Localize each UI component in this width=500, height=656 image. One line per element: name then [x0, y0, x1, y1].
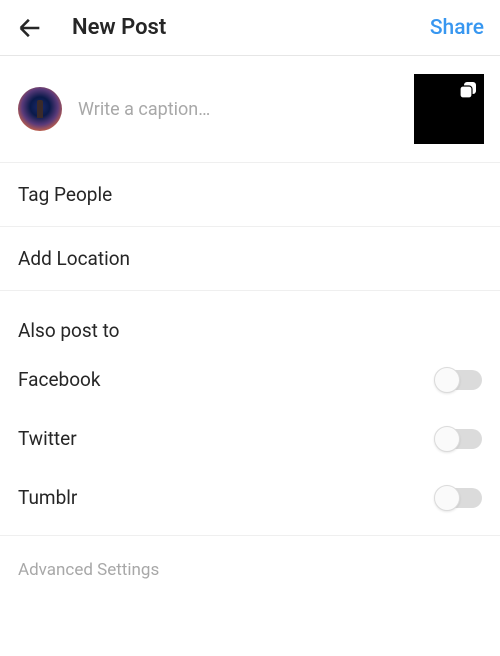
tag-people-row[interactable]: Tag People — [0, 163, 500, 227]
twitter-label: Twitter — [18, 427, 77, 450]
tumblr-toggle[interactable] — [436, 488, 482, 508]
page-title: New Post — [72, 15, 430, 40]
tumblr-label: Tumblr — [18, 486, 77, 509]
also-post-to-label: Also post to — [0, 299, 500, 350]
twitter-row: Twitter — [0, 409, 500, 468]
tumblr-row: Tumblr — [0, 468, 500, 527]
advanced-settings-row[interactable]: Advanced Settings — [0, 542, 500, 598]
media-thumbnail[interactable] — [414, 74, 484, 144]
facebook-toggle[interactable] — [436, 370, 482, 390]
share-button[interactable]: Share — [430, 16, 484, 40]
facebook-row: Facebook — [0, 350, 500, 409]
arrow-left-icon — [16, 14, 44, 42]
caption-input[interactable] — [62, 99, 414, 120]
back-button[interactable] — [16, 14, 44, 42]
twitter-toggle[interactable] — [436, 429, 482, 449]
spacer — [0, 291, 500, 299]
add-location-row[interactable]: Add Location — [0, 227, 500, 291]
avatar — [18, 87, 62, 131]
compose-row — [0, 56, 500, 163]
header: New Post Share — [0, 0, 500, 56]
multi-post-icon — [457, 79, 479, 101]
facebook-label: Facebook — [18, 368, 101, 391]
